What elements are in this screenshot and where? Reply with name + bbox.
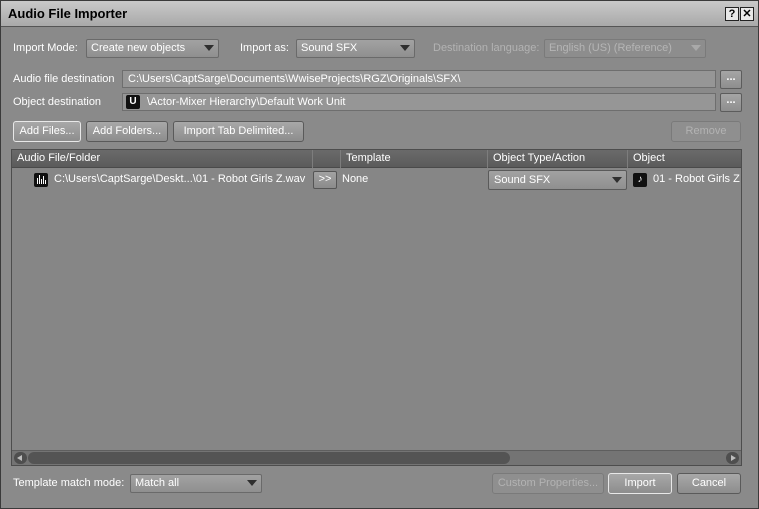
row-file-path: C:\Users\CaptSarge\Deskt...\01 - Robot G… (54, 173, 306, 185)
work-unit-icon: U (126, 95, 140, 109)
add-files-button[interactable]: Add Files... (13, 121, 81, 142)
scroll-right-icon[interactable] (726, 452, 739, 464)
scrollbar-thumb[interactable] (28, 452, 510, 464)
audio-file-importer-window: Audio File Importer ? ✕ Import Mode: Cre… (0, 0, 759, 509)
chevron-down-icon (247, 480, 257, 486)
column-header-template[interactable]: Template (341, 150, 488, 168)
destination-language-select[interactable]: English (US) (Reference) (544, 39, 706, 58)
template-match-value: Match all (135, 477, 180, 489)
import-mode-value: Create new objects (91, 42, 186, 54)
row-arrow-button[interactable]: >> (313, 171, 337, 189)
column-header-object[interactable]: Object (628, 150, 741, 168)
row-template[interactable]: None (342, 169, 482, 191)
object-destination-label: Object destination (13, 96, 102, 108)
chevron-down-icon (400, 45, 410, 51)
import-as-select[interactable]: Sound SFX (296, 39, 415, 58)
row-object-type-select[interactable]: Sound SFX (488, 170, 627, 190)
import-mode-select[interactable]: Create new objects (86, 39, 219, 58)
import-as-value: Sound SFX (301, 42, 358, 54)
destination-language-value: English (US) (Reference) (549, 42, 672, 54)
import-as-label: Import as: (240, 42, 289, 54)
object-destination-value: \Actor-Mixer Hierarchy\Default Work Unit (147, 96, 346, 108)
import-button[interactable]: Import (608, 473, 672, 494)
object-destination-browse-button[interactable]: ... (720, 93, 742, 112)
template-match-label: Template match mode: (13, 477, 125, 489)
column-header-object-type[interactable]: Object Type/Action (488, 150, 628, 168)
sound-object-icon: ♪ (633, 173, 647, 187)
row-object-type-value: Sound SFX (494, 174, 551, 186)
custom-properties-button[interactable]: Custom Properties... (492, 473, 604, 494)
help-button[interactable]: ? (725, 7, 739, 21)
audio-destination-field[interactable]: C:\Users\CaptSarge\Documents\WwiseProjec… (122, 70, 716, 88)
table-row[interactable]: C:\Users\CaptSarge\Deskt...\01 - Robot G… (12, 169, 741, 191)
table-header: Audio File/Folder Template Object Type/A… (12, 150, 741, 168)
title-bar: Audio File Importer ? ✕ (1, 1, 758, 27)
audio-destination-browse-button[interactable]: ... (720, 70, 742, 89)
add-folders-button[interactable]: Add Folders... (86, 121, 168, 142)
audio-file-icon (34, 173, 48, 187)
remove-button[interactable]: Remove (671, 121, 741, 142)
chevron-down-icon (204, 45, 214, 51)
template-match-select[interactable]: Match all (130, 474, 262, 493)
row-object-name: 01 - Robot Girls Z (653, 173, 740, 185)
column-header-arrow[interactable] (313, 150, 341, 168)
import-table: Audio File/Folder Template Object Type/A… (11, 149, 742, 466)
column-header-audio-file[interactable]: Audio File/Folder (12, 150, 313, 168)
chevron-down-icon (612, 177, 622, 183)
horizontal-scrollbar[interactable] (12, 450, 741, 465)
cancel-button[interactable]: Cancel (677, 473, 741, 494)
import-tab-delimited-button[interactable]: Import Tab Delimited... (173, 121, 304, 142)
close-button[interactable]: ✕ (740, 7, 754, 21)
scroll-left-icon[interactable] (14, 452, 27, 464)
destination-language-label: Destination language: (433, 42, 540, 54)
chevron-down-icon (691, 45, 701, 51)
import-mode-label: Import Mode: (13, 42, 78, 54)
object-destination-field[interactable]: U \Actor-Mixer Hierarchy\Default Work Un… (122, 93, 716, 111)
window-title: Audio File Importer (8, 6, 128, 21)
audio-destination-label: Audio file destination (13, 73, 115, 85)
